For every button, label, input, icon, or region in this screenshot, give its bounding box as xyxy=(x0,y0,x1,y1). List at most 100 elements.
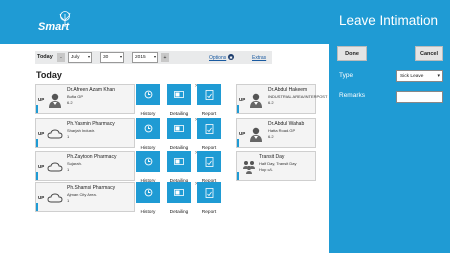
detailing-tile[interactable]: Detailing › xyxy=(167,117,197,151)
customer-number: 1 xyxy=(67,134,70,139)
list-item[interactable]: UP Ph.Zaytoon Pharmacy Sujarah. 1 xyxy=(35,151,135,181)
detailing-label: Detailing xyxy=(169,112,189,117)
history-icon xyxy=(136,84,160,105)
customer-address: Ajman City Area. xyxy=(67,192,97,197)
year-select[interactable]: 2015 ▾ xyxy=(132,52,158,63)
status-badge: UP xyxy=(239,97,246,102)
customer-number: 6.2 xyxy=(268,134,274,139)
detailing-tile[interactable]: Detailing › xyxy=(167,150,197,184)
customer-address: Bufia GP xyxy=(67,94,84,99)
doctor-avatar-icon xyxy=(49,93,61,108)
month-select[interactable]: July ▾ xyxy=(68,52,92,63)
prev-day-button[interactable]: - xyxy=(57,53,65,62)
type-label: Type xyxy=(339,72,354,79)
accent-bar xyxy=(237,105,239,113)
extras-link[interactable]: Extras xyxy=(252,55,266,61)
list-item[interactable]: UP Ph.Yasmin Pharmacy Sharjah Industr. 1 xyxy=(35,118,135,148)
report-icon xyxy=(197,151,221,172)
cancel-button[interactable]: Cancel xyxy=(415,46,443,61)
report-tile[interactable]: Report xyxy=(197,182,221,215)
customer-name: Dr.Abdul Hakeem xyxy=(268,87,308,93)
customer-name: Dr.Afreen Azam Khan xyxy=(67,87,116,93)
history-icon xyxy=(136,118,160,139)
accent-bar xyxy=(36,203,38,211)
detailing-tile[interactable]: Detailing › xyxy=(167,83,197,117)
options-link[interactable]: Options xyxy=(209,55,226,61)
accent-bar xyxy=(237,139,239,147)
detailing-tile[interactable]: Detailing › xyxy=(167,181,197,215)
status-badge: UP xyxy=(38,164,45,169)
type-value: Sick Leave xyxy=(400,73,424,79)
status-badge: UP xyxy=(38,131,45,136)
month-value: July xyxy=(71,55,80,60)
detailing-icon xyxy=(167,151,191,172)
customer-address: Half Day, Transit Day xyxy=(259,161,297,166)
customer-name: Ph.Yasmin Pharmacy xyxy=(67,121,115,127)
app-logo: Smart xyxy=(38,11,78,37)
history-icon xyxy=(136,151,160,172)
history-icon xyxy=(136,182,160,203)
customer-address: Sujarah. xyxy=(67,161,82,166)
list-item[interactable]: UP Dr.Abdul Hakeem INDUSTRIAL AREA/INTER… xyxy=(236,84,327,114)
section-title: Today xyxy=(36,70,62,80)
report-tile[interactable]: Report xyxy=(197,118,221,151)
leave-intimation-panel: Leave Intimation Done Cancel Type Sick L… xyxy=(329,0,450,253)
accent-bar xyxy=(36,172,38,180)
history-label: History xyxy=(140,210,156,215)
customer-number: Hop c/L xyxy=(259,167,273,172)
list-item[interactable]: UP Dr.Afreen Azam Khan Bufia GP 6.2 xyxy=(35,84,135,114)
type-select[interactable]: Sick Leave ▾ xyxy=(396,70,443,82)
remarks-label: Remarks xyxy=(339,92,366,99)
history-tile[interactable]: History xyxy=(136,182,160,215)
done-button[interactable]: Done xyxy=(337,46,367,61)
next-day-button[interactable]: + xyxy=(161,53,169,62)
history-label: History xyxy=(140,112,156,117)
chevron-down-icon: ▾ xyxy=(437,73,440,79)
people-icon xyxy=(243,161,255,174)
detailing-icon xyxy=(167,182,191,203)
cloud-icon xyxy=(47,193,63,203)
year-value: 2015 xyxy=(135,55,146,60)
customer-address: Hatta Road.GP xyxy=(268,128,296,133)
customer-number: 6.2 xyxy=(67,100,73,105)
date-toolbar: Today - July ▾ 30 ▾ 2015 ▾ + Options ✱ E… xyxy=(35,51,272,64)
report-label: Report xyxy=(201,210,217,215)
detailing-icon xyxy=(167,84,191,105)
customer-name: Ph.Zaytoon Pharmacy xyxy=(67,154,117,160)
day-value: 30 xyxy=(103,55,109,60)
customer-name: Dr.Abdul Wahab xyxy=(268,121,305,127)
status-badge: UP xyxy=(38,195,45,200)
day-select[interactable]: 30 ▾ xyxy=(100,52,124,63)
date-label: Today xyxy=(37,54,53,60)
accent-bar xyxy=(36,139,38,147)
tree-icon xyxy=(59,11,71,27)
report-tile[interactable]: Report xyxy=(197,84,221,117)
detailing-icon xyxy=(167,118,191,139)
customer-name: Transit Day xyxy=(259,154,285,160)
cloud-icon xyxy=(47,129,63,139)
accent-bar xyxy=(36,105,38,113)
list-item[interactable]: UP Dr.Abdul Wahab Hatta Road.GP 6.2 xyxy=(236,118,316,148)
history-tile[interactable]: History xyxy=(136,151,160,184)
customer-number: 6.2 xyxy=(268,100,274,105)
report-label: Report xyxy=(201,112,217,117)
panel-title: Leave Intimation xyxy=(339,13,439,28)
customer-number: 1 xyxy=(67,198,70,203)
accent-bar xyxy=(237,172,239,180)
remarks-input[interactable] xyxy=(396,91,443,103)
report-icon xyxy=(197,118,221,139)
list-item[interactable]: Transit Day Half Day, Transit Day Hop c/… xyxy=(236,151,316,181)
doctor-avatar-icon xyxy=(250,93,262,108)
report-icon xyxy=(197,84,221,105)
customer-number: 1 xyxy=(67,167,70,172)
customer-name: Ph.Shamsi Pharmacy xyxy=(67,185,116,191)
report-icon xyxy=(197,182,221,203)
report-tile[interactable]: Report xyxy=(197,151,221,184)
list-item[interactable]: UP Ph.Shamsi Pharmacy Ajman City Area. 1 xyxy=(35,182,135,212)
status-badge: UP xyxy=(239,131,246,136)
customer-address: INDUSTRIAL AREA/INTERPOST xyxy=(268,94,328,99)
customer-address: Sharjah Industr. xyxy=(67,128,96,133)
history-tile[interactable]: History xyxy=(136,84,160,117)
history-tile[interactable]: History xyxy=(136,118,160,151)
options-icon[interactable]: ✱ xyxy=(228,54,234,60)
